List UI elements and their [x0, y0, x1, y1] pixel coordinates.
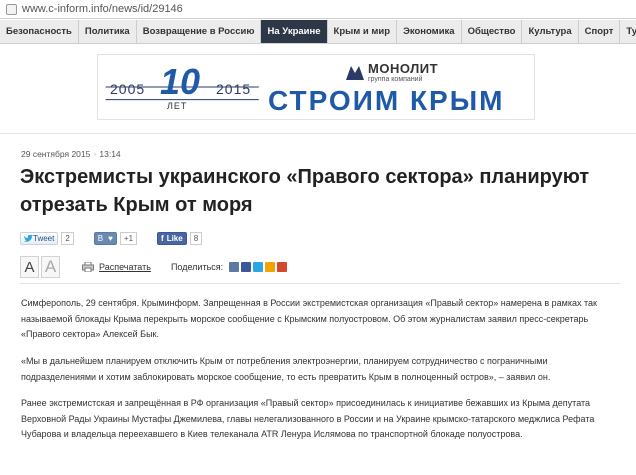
- facebook-share-icon[interactable]: [241, 262, 252, 272]
- nav-item[interactable]: Культура: [522, 20, 579, 43]
- nav-item[interactable]: Общество: [462, 20, 523, 43]
- print-link[interactable]: Распечатать: [82, 262, 151, 272]
- facebook-icon: f: [161, 234, 164, 243]
- ad-banner[interactable]: 2005 10 ЛЕТ 2015 МОНОЛИТ группа компаний…: [97, 54, 535, 120]
- brand-logo-icon: [346, 66, 364, 80]
- vk-count: +1: [119, 232, 138, 245]
- banner-brand: МОНОЛИТ: [368, 61, 439, 76]
- page-icon: [6, 3, 17, 15]
- tweet-label: Tweet: [33, 234, 55, 243]
- article-paragraph: Симферополь, 29 сентября. Крыминформ. За…: [21, 298, 597, 339]
- nav-item[interactable]: На Украине: [261, 20, 328, 43]
- facebook-like-button[interactable]: f Like: [157, 232, 187, 245]
- vk-icon: В: [97, 234, 104, 243]
- banner-brand-sub: группа компаний: [368, 76, 423, 83]
- nav-item[interactable]: Политика: [79, 20, 137, 43]
- address-bar[interactable]: www.c-inform.info/news/id/29146: [0, 0, 636, 19]
- font-small-button[interactable]: A: [41, 256, 60, 278]
- toolbar-divider: [20, 283, 620, 284]
- print-label: Распечатать: [99, 262, 151, 272]
- tweet-count: 2: [61, 232, 74, 245]
- nav-item[interactable]: Туризм: [620, 20, 636, 43]
- article-title: Экстремисты украинского «Правого сектора…: [20, 166, 590, 216]
- article-paragraph: Ранее экстремистская и запрещённая в РФ …: [21, 398, 595, 439]
- facebook-count: 8: [189, 232, 203, 245]
- vk-share-icon[interactable]: [229, 262, 240, 272]
- banner-years-label: ЛЕТ: [167, 101, 188, 111]
- vk-like-button[interactable]: В ♥: [93, 232, 117, 245]
- banner-year-start: 2005: [110, 81, 146, 97]
- print-icon: [82, 262, 94, 272]
- share-counters: Tweet 2 В ♥ +1 f Like 8: [20, 231, 203, 246]
- article-date: 29 сентября 2015: [21, 149, 91, 159]
- google-share-icon[interactable]: [277, 262, 288, 272]
- tweet-bird-icon: [24, 234, 33, 242]
- banner-slogan: СТРОИМ КРЫМ: [268, 85, 505, 116]
- font-large-button[interactable]: A: [20, 256, 39, 278]
- nav-item[interactable]: Спорт: [579, 20, 621, 43]
- heart-icon: ♥: [108, 234, 113, 243]
- share-label: Поделиться:: [170, 262, 224, 272]
- tweet-button[interactable]: Tweet: [20, 232, 59, 245]
- article-toolbar: A A Распечатать Поделиться:: [20, 255, 620, 284]
- nav-item[interactable]: Возвращение в Россию: [137, 20, 262, 43]
- article-time: 13:14: [99, 149, 121, 159]
- banner-year-end: 2015: [216, 81, 252, 97]
- nav-item[interactable]: Безопасность: [0, 20, 79, 43]
- url-text[interactable]: www.c-inform.info/news/id/29146: [22, 3, 183, 15]
- mailru-share-icon[interactable]: [265, 262, 276, 272]
- nav-item[interactable]: Экономика: [397, 20, 462, 43]
- divider: [0, 133, 636, 134]
- banner-number: 10: [160, 61, 201, 102]
- nav-item[interactable]: Крым и мир: [328, 20, 398, 43]
- main-nav: Безопасность Политика Возвращение в Россию…: [0, 20, 636, 44]
- facebook-like-label: Like: [166, 234, 183, 243]
- article-datetime: 29 сентября 2015 ◦ 13:14: [21, 149, 121, 159]
- article-paragraph: «Мы в дальнейшем планируем отключить Кры…: [21, 356, 551, 382]
- twitter-share-icon[interactable]: [253, 262, 264, 272]
